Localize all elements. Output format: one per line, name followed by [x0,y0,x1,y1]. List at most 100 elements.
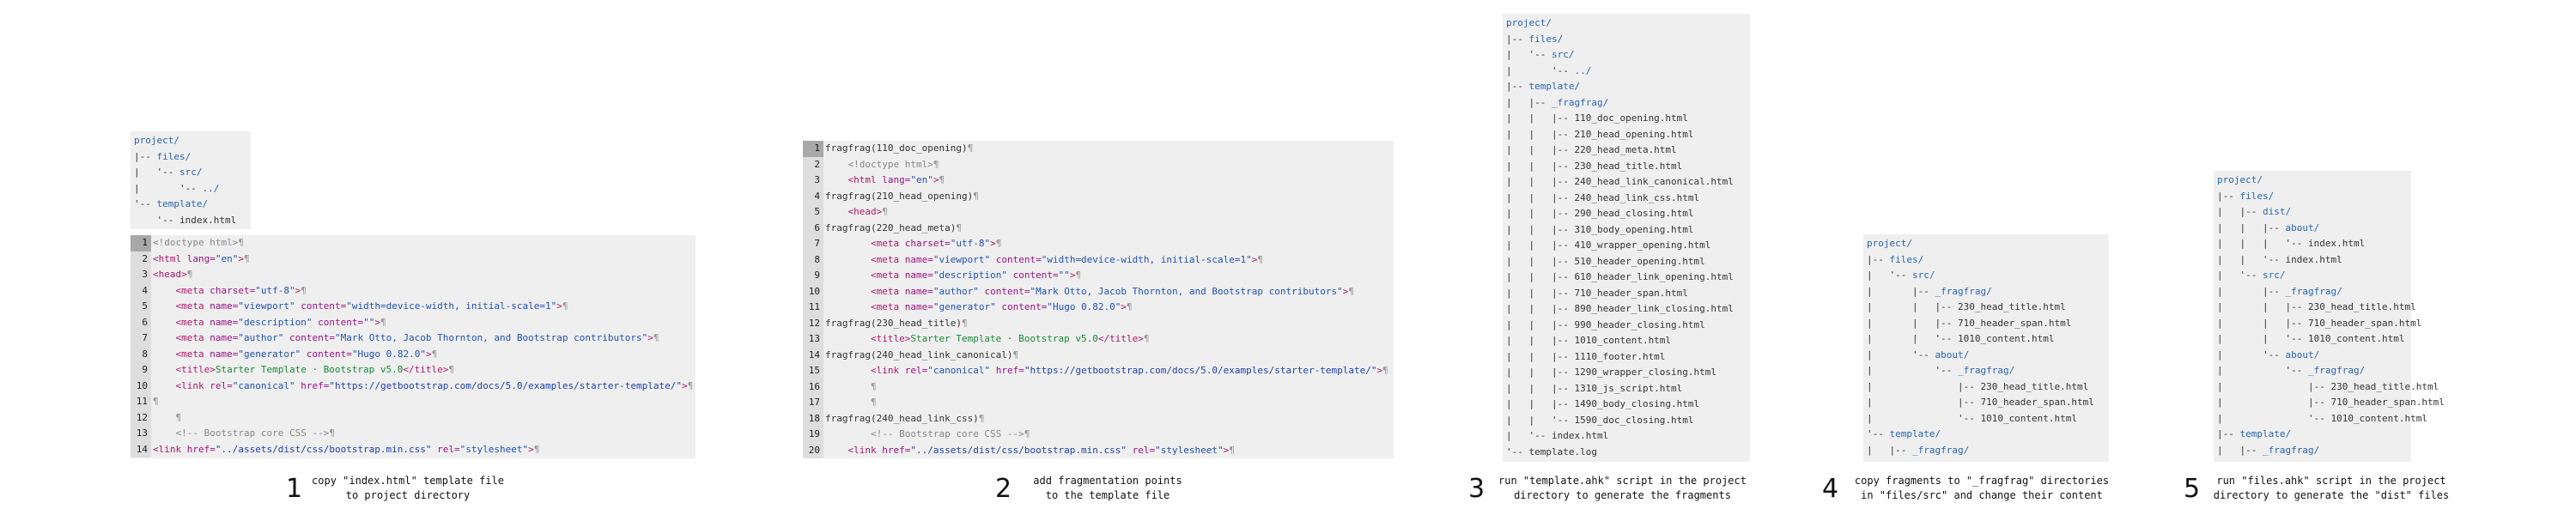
code-token: "utf-8" [255,284,295,296]
code-text: fragfrag(210_head_opening)¶ [823,189,1394,205]
tree-line: | | '-- 1010_content.html [2217,331,2408,348]
code-text: fragfrag(240_head_link_css)¶ [823,411,1394,427]
code-token: <title> [870,333,911,344]
pilcrow-icon: ¶ [562,300,568,312]
directory-name: about/ [1935,348,1970,360]
pilcrow-icon: ¶ [870,380,877,392]
directory-name: src/ [1911,270,1935,281]
code-text: <meta name="description" content="">¶ [823,268,1394,284]
tree-line: | |-- _fragfrag/ [1867,284,2105,300]
tree-line: |-- files/ [134,149,247,166]
code-line: 13 <!-- Bootstrap core CSS -->¶ [131,426,696,442]
code-token: content= [1001,301,1048,312]
code-token: '-- [1867,428,1890,439]
code-line: 2 <!doctype html>¶ [803,156,1394,173]
code-text: <meta name="viewport" content="width=dev… [151,299,696,315]
code-token: <html [848,174,883,185]
code-token: | '-- [1506,49,1552,60]
code-text: fragfrag(220_head_meta)¶ [823,221,1394,237]
tree-line: | '-- src/ [134,165,247,181]
code-text: <meta name="author" content="Mark Otto, … [151,330,696,347]
step5-caption: run "files.ahk" script in the project dir… [2213,475,2450,501]
step1-caption: copy "index.html" template file to projec… [312,475,504,501]
code-token: "stylesheet" [459,443,529,455]
pilcrow-icon: ¶ [1229,444,1235,456]
pilcrow-icon: ¶ [653,332,659,343]
tree-line: |-- files/ [1506,32,1747,48]
code-token: | '-- [1506,64,1575,76]
code-text: <title>Starter Template · Bootstrap v5.0… [151,362,696,379]
code-token: name= [210,300,239,312]
tree-line: | | |-- 890_header_link_closing.html [1506,301,1747,318]
line-number: 3 [131,267,151,283]
tree-line: | | |-- 410_wrapper_opening.html [1506,238,1747,254]
line-number: 14 [803,347,823,363]
line-number: 7 [131,330,151,347]
code-token: | '-- 1010_content.html [1867,412,2078,424]
tree-line: | '-- _fragfrag/ [1867,363,2105,379]
tree-line: | | |-- 110_doc_opening.html [1506,111,1747,127]
line-number: 11 [131,394,151,410]
directory-name: _fragfrag/ [2307,365,2366,376]
code-text: <!doctype html>¶ [823,157,1394,173]
code-token: <link [153,443,187,455]
code-token: content= [995,253,1042,265]
code-token: <!-- Bootstrap core CSS --> [175,427,330,439]
code-token: | '-- [2217,365,2308,376]
code-line: 3 <html lang="en">¶ [803,173,1394,189]
line-number: 9 [131,362,151,379]
code-token: | | |-- 220_head_meta.html [1506,144,1677,155]
directory-name: files/ [2239,190,2275,202]
code-token: | | |-- 230_head_title.html [2217,301,2416,312]
code-token: |-- [1867,253,1890,265]
code-token: '-- index.html [134,214,237,226]
line-number: 13 [131,426,151,442]
pilcrow-icon: ¶ [1257,253,1263,265]
code-token: | | '-- 1010_content.html [1867,333,2055,344]
code-line: 9 <title>Starter Template · Bootstrap v5… [131,362,696,379]
code-line: 9 <meta name="description" content="">¶ [803,268,1394,284]
code-token: "" [1058,270,1070,281]
directory-name: _fragfrag/ [1935,285,1992,297]
code-token: <head> [153,269,187,280]
tree-line: | | |-- 230_head_title.html [1506,159,1747,175]
pilcrow-icon: ¶ [973,190,979,202]
code-token: '-- template.log [1506,445,1597,457]
line-number: 2 [131,251,151,267]
code-token: "generator" [238,348,307,360]
code-token: > [556,300,562,312]
directory-name: files/ [1889,253,1924,265]
code-token: > [528,443,534,455]
code-token: Starter Template · Bootstrap v5.0 [910,333,1098,344]
code-token: > [990,238,996,249]
tree-line: | | |-- 220_head_meta.html [1506,142,1747,159]
code-line: 12 fragfrag(230_head_title)¶ [803,315,1394,331]
directory-name: about/ [2285,221,2320,233]
tree-line: | '-- about/ [1867,348,2105,364]
pilcrow-icon: ¶ [967,142,974,154]
code-token: "utf-8" [950,238,991,249]
code-token: fragfrag(240_head_link_css) [825,412,979,424]
code-token: | | |-- 240_head_link_css.html [1506,191,1700,203]
tree-line: | '-- about/ [2217,348,2408,364]
code-token: |-- [2217,190,2240,202]
step3-directory-tree: project/|-- files/| '-- src/| '-- ../|--… [1503,14,1750,462]
directory-name: _fragfrag/ [1957,365,2015,376]
code-token: <html [153,252,187,264]
pilcrow-icon: ¶ [238,237,244,248]
code-token: href= [995,365,1024,376]
code-token: |-- [1506,33,1529,45]
code-token: | | |-- 710_header_span.html [1867,317,2072,329]
tree-line: project/ [2217,173,2408,189]
code-token: <meta [870,270,905,281]
code-token: <!doctype html> [153,237,239,248]
code-token: | | |-- [2217,221,2286,233]
tree-line: | | |-- 1310_js_script.html [1506,381,1747,397]
